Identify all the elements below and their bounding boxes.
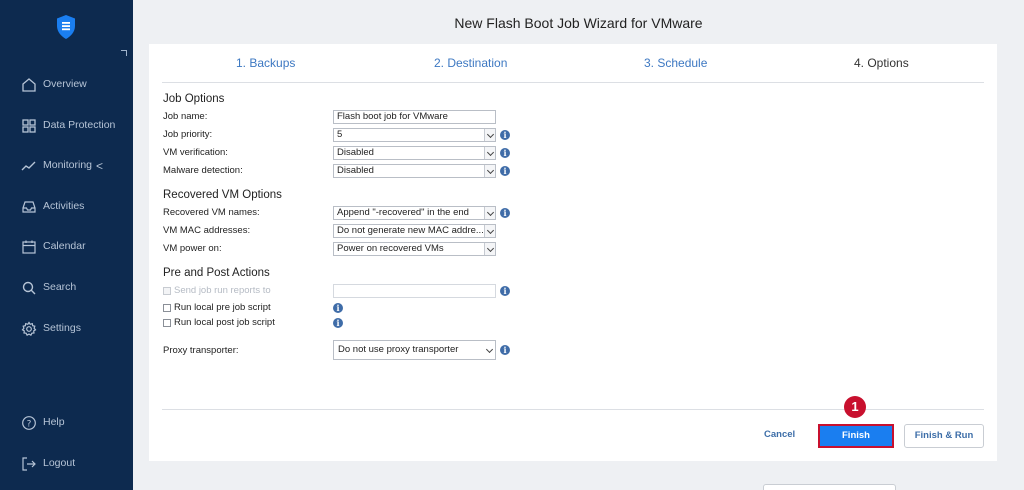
select-value: Do not use proxy transporter: [338, 344, 459, 355]
sidebar-item-label: Logout: [43, 457, 76, 469]
pre-job-script-checkbox[interactable]: Run local pre job script: [163, 302, 271, 313]
sidebar-item-label: Overview: [43, 78, 87, 90]
info-icon[interactable]: i: [500, 345, 510, 355]
select-value: Power on recovered VMs: [337, 243, 444, 254]
bottom-control[interactable]: [763, 484, 896, 490]
info-icon[interactable]: i: [500, 148, 510, 158]
home-icon: [22, 78, 36, 92]
chevron-down-icon: [484, 147, 495, 159]
checkbox[interactable]: [163, 303, 171, 312]
sidebar-item-label: Settings: [43, 322, 81, 334]
checkbox[interactable]: [163, 286, 171, 295]
sidebar-item-calendar[interactable]: Calendar: [0, 232, 133, 262]
search-icon: [22, 281, 36, 295]
info-icon[interactable]: i: [500, 130, 510, 140]
chevron-down-icon: [484, 225, 495, 237]
gear-icon: [21, 321, 37, 337]
sidebar-item-label: Search: [43, 281, 77, 293]
select-value: Disabled: [337, 165, 374, 176]
vm-power-on-label: VM power on:: [163, 243, 222, 254]
info-icon[interactable]: i: [500, 208, 510, 218]
recovered-vm-names-select[interactable]: Append "-recovered" in the end: [333, 206, 496, 220]
sidebar-item-label: Monitoring: [43, 159, 93, 171]
sidebar-item-label: Activities: [43, 200, 85, 212]
send-reports-input[interactable]: [333, 284, 496, 298]
chevron-left-icon[interactable]: <: [96, 159, 103, 173]
collapse-sidebar-icon[interactable]: [121, 50, 127, 56]
vm-verification-select[interactable]: Disabled: [333, 146, 496, 160]
info-icon[interactable]: i: [333, 318, 343, 328]
trend-chart-icon: [21, 161, 36, 171]
chevron-down-icon: [484, 165, 495, 177]
post-job-script-checkbox[interactable]: Run local post job script: [163, 317, 275, 328]
step-destination[interactable]: 2. Destination: [434, 56, 507, 70]
recovered-vm-names-label: Recovered VM names:: [163, 207, 260, 218]
post-job-script-label: Run local post job script: [174, 317, 275, 328]
step-marker-badge: 1: [844, 396, 866, 418]
info-icon[interactable]: i: [500, 166, 510, 176]
step-backups[interactable]: 1. Backups: [236, 56, 295, 70]
cancel-button[interactable]: Cancel: [764, 429, 795, 440]
vm-mac-addresses-select[interactable]: Do not generate new MAC addre...: [333, 224, 496, 238]
inbox-icon: [22, 201, 36, 213]
chevron-down-icon: [484, 129, 495, 141]
step-options[interactable]: 4. Options: [854, 56, 909, 70]
calendar-icon: [22, 240, 36, 254]
proxy-transporter-select[interactable]: Do not use proxy transporter: [333, 340, 496, 360]
help-icon: ?: [22, 416, 36, 430]
job-name-label: Job name:: [163, 111, 208, 122]
svg-text:?: ?: [27, 420, 32, 430]
logout-icon: [22, 457, 36, 471]
job-name-input[interactable]: Flash boot job for VMware: [333, 110, 496, 124]
shield-logo-icon[interactable]: [55, 14, 77, 40]
send-reports-label: Send job run reports to: [174, 285, 271, 296]
wizard-title: New Flash Boot Job Wizard for VMware: [454, 15, 703, 31]
sidebar-item-search[interactable]: Search: [0, 273, 133, 303]
finish-and-run-button[interactable]: Finish & Run: [904, 424, 984, 448]
pre-job-script-label: Run local pre job script: [174, 302, 271, 313]
vm-power-on-select[interactable]: Power on recovered VMs: [333, 242, 496, 256]
sidebar-item-activities[interactable]: Activities: [0, 192, 133, 222]
wizard-steps: 1. Backups 2. Destination 3. Schedule 4.…: [162, 44, 984, 83]
sidebar-item-monitoring[interactable]: Monitoring <: [0, 151, 133, 181]
proxy-transporter-label: Proxy transporter:: [163, 345, 239, 356]
wizard-panel: 1. Backups 2. Destination 3. Schedule 4.…: [149, 44, 997, 461]
step-schedule[interactable]: 3. Schedule: [644, 56, 707, 70]
checkbox[interactable]: [163, 318, 171, 327]
malware-detection-label: Malware detection:: [163, 165, 243, 176]
info-icon[interactable]: i: [333, 303, 343, 313]
grid-icon: [22, 119, 36, 133]
finish-button[interactable]: Finish: [818, 424, 894, 448]
chevron-down-icon: [484, 243, 495, 255]
vm-verification-label: VM verification:: [163, 147, 228, 158]
sidebar-item-label: Help: [43, 416, 65, 428]
send-reports-checkbox[interactable]: Send job run reports to: [163, 285, 271, 296]
pre-post-actions-heading: Pre and Post Actions: [163, 267, 270, 279]
sidebar-item-settings[interactable]: Settings: [0, 314, 133, 344]
sidebar-item-label: Calendar: [43, 240, 86, 252]
sidebar-item-data-protection[interactable]: Data Protection: [0, 111, 133, 141]
malware-detection-select[interactable]: Disabled: [333, 164, 496, 178]
job-priority-label: Job priority:: [163, 129, 213, 140]
sidebar-item-label: Data Protection: [43, 119, 116, 131]
job-priority-select[interactable]: 5: [333, 128, 496, 142]
chevron-down-icon: [484, 344, 495, 359]
sidebar-item-help[interactable]: ? Help: [0, 408, 133, 438]
info-icon[interactable]: i: [500, 286, 510, 296]
select-value: Disabled: [337, 147, 374, 158]
vm-mac-addresses-label: VM MAC addresses:: [163, 225, 251, 236]
sidebar-item-logout[interactable]: Logout: [0, 449, 133, 479]
chevron-down-icon: [484, 207, 495, 219]
select-value: Do not generate new MAC addre...: [337, 225, 484, 236]
job-options-heading: Job Options: [163, 93, 225, 105]
sidebar: Overview Data Protection Monitoring < Ac…: [0, 0, 133, 490]
select-value: Append "-recovered" in the end: [337, 207, 469, 218]
select-value: 5: [337, 129, 343, 140]
sidebar-item-overview[interactable]: Overview: [0, 70, 133, 100]
recovered-vm-options-heading: Recovered VM Options: [163, 189, 282, 201]
